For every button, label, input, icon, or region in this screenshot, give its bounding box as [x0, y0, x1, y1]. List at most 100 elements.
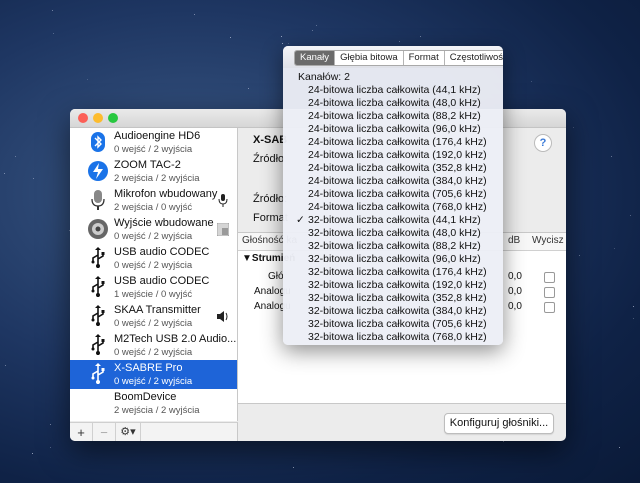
format-option-label: 32-bitowa liczba całkowita (96,0 kHz) — [308, 253, 481, 265]
segment-tab[interactable]: Częstotliwość — [445, 51, 503, 65]
format-option[interactable]: ✓ 32-bitowa liczba całkowita (44,1 kHz) — [283, 214, 503, 227]
mute-checkbox[interactable] — [544, 287, 555, 298]
device-name: M2Tech USB 2.0 Audio... — [114, 333, 237, 345]
format-option-label: 24-bitowa liczba całkowita (352,8 kHz) — [308, 162, 487, 174]
star — [15, 156, 16, 157]
minimize-button[interactable] — [93, 113, 103, 123]
format-option[interactable]: 32-bitowa liczba całkowita (192,0 kHz) — [283, 279, 503, 292]
device-name: SKAA Transmitter — [114, 304, 201, 316]
star — [503, 441, 504, 442]
bluetooth-icon — [91, 132, 105, 152]
format-option-label: 24-bitowa liczba całkowita (384,0 kHz) — [308, 175, 487, 187]
format-option-label: 32-bitowa liczba całkowita (192,0 kHz) — [308, 279, 487, 291]
device-name: USB audio CODEC — [114, 275, 210, 287]
zoom-button[interactable] — [108, 113, 118, 123]
format-option[interactable]: 24-bitowa liczba całkowita (44,1 kHz) — [283, 84, 503, 97]
device-name: USB audio CODEC — [114, 246, 210, 258]
star — [288, 43, 289, 44]
device-row[interactable]: Wyjście wbudowane 0 wejść / 2 wyjścia — [70, 215, 237, 244]
configure-speakers-button[interactable]: Konfiguruj głośniki... — [444, 413, 554, 434]
format-option-label: 24-bitowa liczba całkowita (705,6 kHz) — [308, 188, 487, 200]
finder-icon — [217, 223, 229, 236]
device-row[interactable]: M2Tech USB 2.0 Audio... 0 wejść / 2 wyjśc… — [70, 331, 237, 360]
star — [4, 173, 5, 174]
db-value: 0,0 — [508, 286, 522, 297]
star — [619, 447, 620, 448]
device-name: X-SABRE Pro — [114, 362, 183, 374]
format-option[interactable]: 24-bitowa liczba całkowita (88,2 kHz) — [283, 110, 503, 123]
format-option[interactable]: 32-bitowa liczba całkowita (384,0 kHz) — [283, 305, 503, 318]
format-option[interactable]: 32-bitowa liczba całkowita (705,6 kHz) — [283, 318, 503, 331]
format-option[interactable]: 24-bitowa liczba całkowita (384,0 kHz) — [283, 175, 503, 188]
star — [399, 41, 400, 42]
format-option[interactable]: 24-bitowa liczba całkowita (705,6 kHz) — [283, 188, 503, 201]
format-option[interactable]: 32-bitowa liczba całkowita (176,4 kHz) — [283, 266, 503, 279]
format-option-label: 32-bitowa liczba całkowita (48,0 kHz) — [308, 227, 481, 239]
sidebar-footer: + − ⚙▾ — [70, 422, 238, 441]
segment-tab[interactable]: Głębia bitowa — [335, 51, 404, 65]
device-name: Wyjście wbudowane — [114, 217, 214, 229]
add-device-button[interactable]: + — [70, 423, 93, 441]
help-button[interactable]: ? — [534, 134, 552, 152]
format-option[interactable]: 24-bitowa liczba całkowita (192,0 kHz) — [283, 149, 503, 162]
mute-column-header[interactable]: Wycisz — [532, 235, 564, 246]
format-option-label: 24-bitowa liczba całkowita (96,0 kHz) — [308, 123, 481, 135]
mute-checkbox[interactable] — [544, 302, 555, 313]
format-option[interactable]: 24-bitowa liczba całkowita (96,0 kHz) — [283, 123, 503, 136]
gear-menu-button[interactable]: ⚙▾ — [116, 423, 141, 441]
device-row[interactable]: Mikrofon wbudowany 2 wejścia / 0 wyjść — [70, 186, 237, 215]
close-button[interactable] — [78, 113, 88, 123]
star — [420, 36, 421, 37]
star — [50, 447, 51, 448]
segment-tab[interactable]: Kanały — [295, 51, 336, 65]
usb-icon — [91, 334, 105, 355]
format-option[interactable]: 32-bitowa liczba całkowita (768,0 kHz) — [283, 331, 503, 344]
db-column-header[interactable]: dB — [508, 235, 520, 246]
remove-device-button[interactable]: − — [93, 423, 116, 441]
disclosure-triangle-icon[interactable]: ▼ — [242, 253, 252, 264]
star — [248, 88, 249, 89]
speaker-small-icon — [217, 311, 228, 322]
device-row[interactable]: BoomDevice 2 wejścia / 2 wyjścia — [70, 389, 237, 418]
format-option-label: 32-bitowa liczba całkowita (384,0 kHz) — [308, 305, 487, 317]
format-option-label: 24-bitowa liczba całkowita (44,1 kHz) — [308, 84, 481, 96]
device-row[interactable]: X-SABRE Pro 0 wejść / 2 wyjścia — [70, 360, 237, 389]
format-option-label: 32-bitowa liczba całkowita (768,0 kHz) — [308, 331, 487, 343]
checkmark-icon: ✓ — [296, 214, 305, 226]
device-row[interactable]: Audioengine HD6 0 wejść / 2 wyjścia — [70, 128, 237, 157]
star — [312, 30, 313, 31]
channel-label: Głó — [268, 271, 284, 282]
format-option[interactable]: 24-bitowa liczba całkowita (48,0 kHz) — [283, 97, 503, 110]
filter-segmented-control[interactable]: Kanały Głębia bitowa Format Częstotliwość — [294, 50, 503, 66]
db-value: 0,0 — [508, 301, 522, 312]
format-option[interactable]: 32-bitowa liczba całkowita (48,0 kHz) — [283, 227, 503, 240]
channels-header: Kanałów: 2 — [298, 71, 350, 83]
format-option[interactable]: 24-bitowa liczba całkowita (352,8 kHz) — [283, 162, 503, 175]
segment-tab[interactable]: Format — [404, 51, 445, 65]
star — [633, 318, 634, 319]
format-option[interactable]: 32-bitowa liczba całkowita (352,8 kHz) — [283, 292, 503, 305]
star — [32, 453, 33, 454]
format-option[interactable]: 32-bitowa liczba całkowita (96,0 kHz) — [283, 253, 503, 266]
popup-toolbar: Kanały Głębia bitowa Format Częstotliwość — [283, 46, 503, 68]
star — [633, 306, 634, 307]
device-io-count: 2 wejścia / 0 wyjść — [114, 202, 193, 213]
mute-checkbox[interactable] — [544, 272, 555, 283]
star — [50, 424, 51, 425]
star — [87, 79, 88, 80]
device-row[interactable]: ZOOM TAC-2 2 wejścia / 2 wyjścia — [70, 157, 237, 186]
thunderbolt-icon — [88, 161, 108, 181]
format-option[interactable]: 24-bitowa liczba całkowita (768,0 kHz) — [283, 201, 503, 214]
format-option[interactable]: 32-bitowa liczba całkowita (88,2 kHz) — [283, 240, 503, 253]
device-row[interactable]: USB audio CODEC 0 wejść / 2 wyjścia — [70, 244, 237, 273]
device-list[interactable]: Audioengine HD6 0 wejść / 2 wyjścia ZOOM T… — [70, 128, 238, 421]
format-option[interactable]: 24-bitowa liczba całkowita (176,4 kHz) — [283, 136, 503, 149]
device-io-count: 2 wejścia / 2 wyjścia — [114, 405, 200, 416]
device-row[interactable]: USB audio CODEC 1 wejście / 0 wyjść — [70, 273, 237, 302]
star — [281, 36, 282, 37]
device-row[interactable]: SKAA Transmitter 0 wejść / 2 wyjścia — [70, 302, 237, 331]
format-option-label: 24-bitowa liczba całkowita (88,2 kHz) — [308, 110, 481, 122]
star — [5, 365, 6, 366]
format-option-label: 32-bitowa liczba całkowita (44,1 kHz) — [308, 214, 481, 226]
microphone-icon — [91, 190, 105, 210]
